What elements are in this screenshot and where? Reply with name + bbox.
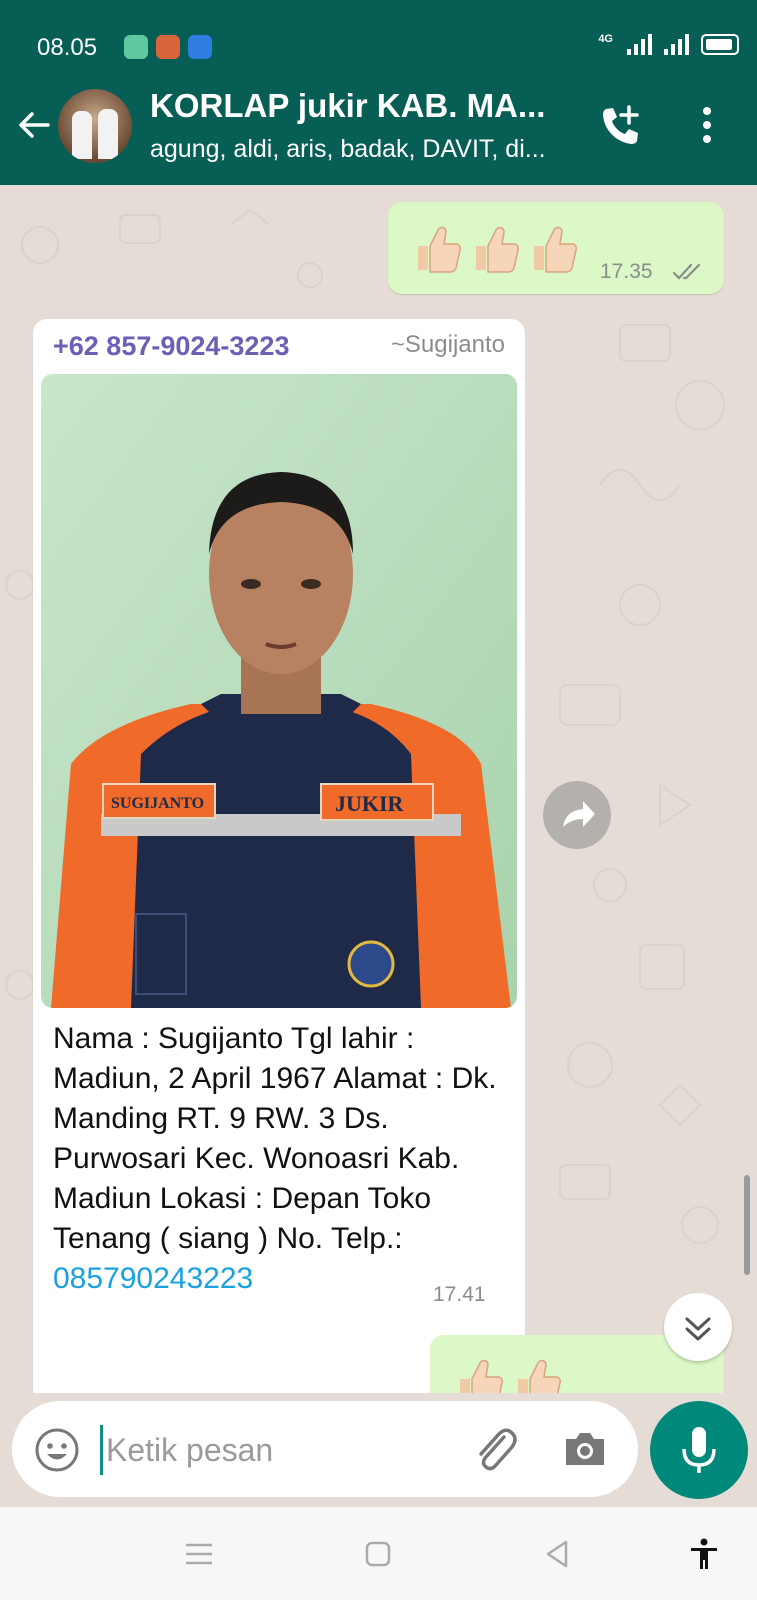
outgoing-message[interactable]: 17.35 [388,202,724,294]
phone-link[interactable]: 085790243223 [53,1262,253,1295]
thumbs-up-icon [418,226,461,273]
group-members[interactable]: agung, aldi, aris, badak, DAVIT, di... [150,135,570,164]
back-arrow-icon[interactable] [14,105,54,145]
scroll-to-bottom-button[interactable] [664,1293,732,1361]
message-emoji [454,1355,562,1393]
chevron-down-icon [685,1317,711,1341]
status-bar: 08.05 4G [0,0,757,67]
message-photo[interactable]: SUGIJANTO JUKIR [41,374,517,1008]
svg-text:JUKIR: JUKIR [335,791,405,816]
accessibility-icon[interactable] [687,1537,721,1571]
group-avatar[interactable] [58,89,132,163]
status-time: 08.05 [37,34,98,61]
scrollbar[interactable] [744,1175,750,1275]
thumbs-up-icon [460,1359,503,1393]
add-call-icon[interactable] [598,103,644,149]
back-icon[interactable] [540,1537,574,1571]
caption-text: Nama : Sugijanto Tgl lahir : Madiun, 2 A… [53,1022,505,1255]
svg-text:SUGIJANTO: SUGIJANTO [111,795,204,812]
thumbs-up-icon [534,226,577,273]
thumbs-up-icon [518,1359,561,1393]
signal-icon [664,33,689,55]
more-options-icon[interactable] [698,105,716,145]
text-cursor [100,1425,103,1475]
sender-phone[interactable]: +62 857-9024-3223 [53,331,289,362]
system-navigation-bar [0,1507,757,1600]
sender-name: ~Sugijanto [390,331,505,358]
message-caption: Nama : Sugijanto Tgl lahir : Madiun, 2 A… [53,1019,513,1299]
message-composer [0,1393,757,1507]
paperclip-icon[interactable] [470,1423,518,1475]
network-type: 4G [598,33,613,45]
group-title[interactable]: KORLAP jukir KAB. MA... [150,87,570,125]
notification-app-icon [156,35,180,59]
voice-message-button[interactable] [650,1401,748,1499]
incoming-message[interactable]: +62 857-9024-3223 ~Sugijanto SUGIJANTO J… [33,319,525,1393]
signal-icon [627,33,652,55]
notification-app-icon [188,35,212,59]
message-input[interactable] [104,1423,438,1477]
status-indicators: 4G [598,33,739,55]
person-photo: SUGIJANTO JUKIR [41,374,517,1008]
forward-button[interactable] [543,781,611,849]
message-input-container[interactable] [12,1401,638,1497]
menu-icon[interactable] [182,1537,216,1571]
notification-app-icon [124,35,148,59]
message-emoji [412,222,578,274]
message-time: 17.35 [600,260,653,283]
camera-icon[interactable] [562,1427,608,1469]
chat-area[interactable]: 17.35 +62 857-9024-3223 ~Sugijanto SUGIJ… [0,185,757,1393]
emoji-icon[interactable] [34,1427,80,1473]
chat-header: KORLAP jukir KAB. MA... agung, aldi, ari… [0,67,757,185]
read-receipt-icon [672,263,701,280]
microphone-icon [682,1427,716,1473]
status-app-icons [124,35,212,59]
message-time: 17.41 [433,1283,486,1306]
battery-icon [701,34,739,55]
thumbs-up-icon [476,226,519,273]
home-icon[interactable] [361,1537,395,1571]
forward-icon [563,801,595,827]
